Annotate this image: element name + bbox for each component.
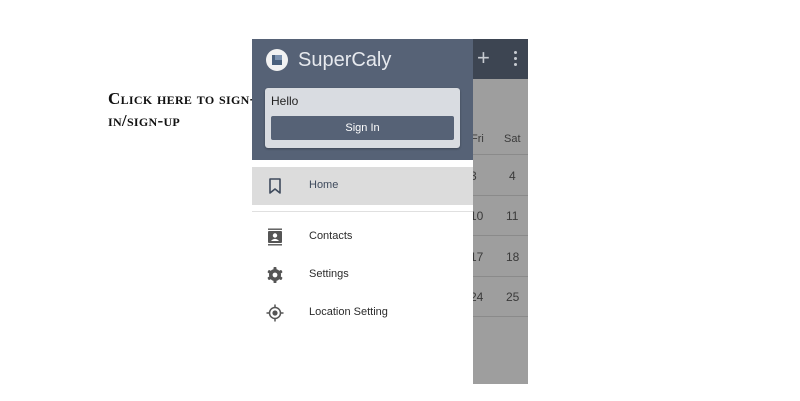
sign-in-button[interactable]: Sign In	[271, 116, 454, 140]
calendar-day[interactable]: 18	[506, 250, 519, 264]
menu-divider	[252, 211, 473, 212]
weekday-header: Sat	[504, 133, 521, 145]
navigation-drawer: SuperCaly Hello Sign In Home Contacts Se…	[252, 39, 473, 384]
calendar-divider	[470, 276, 528, 277]
account-card: Hello Sign In	[265, 88, 460, 148]
menu-item-label: Location Setting	[309, 306, 388, 318]
calendar-divider	[470, 235, 528, 236]
app-logo-icon	[266, 49, 288, 71]
plus-icon[interactable]: +	[477, 45, 490, 71]
greeting-text: Hello	[271, 94, 299, 108]
calendar-day[interactable]: 25	[506, 290, 519, 304]
callout-annotation: Click here to sign-in/sign-up	[108, 89, 256, 130]
phone-screen: + Fri Sat 3 4 10 11 17 18 24 25 SuperCal…	[252, 39, 528, 384]
menu-item-label: Home	[309, 179, 339, 191]
calendar-day[interactable]: 11	[506, 209, 518, 223]
menu-item-home[interactable]: Home	[252, 167, 473, 205]
location-target-icon	[266, 304, 284, 322]
menu-item-label: Settings	[309, 268, 349, 280]
calendar-day[interactable]: 4	[509, 169, 516, 183]
menu-item-location-setting[interactable]: Location Setting	[252, 294, 473, 332]
menu-item-label: Contacts	[309, 230, 353, 242]
calendar-divider	[470, 154, 528, 155]
menu-item-settings[interactable]: Settings	[252, 256, 473, 294]
drawer-header: SuperCaly Hello Sign In	[252, 39, 473, 160]
menu-item-contacts[interactable]: Contacts	[252, 218, 473, 256]
gear-icon	[266, 266, 284, 284]
more-vert-icon[interactable]	[514, 51, 518, 69]
bookmark-icon	[266, 177, 284, 195]
app-name: SuperCaly	[298, 49, 392, 71]
contact-card-icon	[266, 228, 284, 246]
calendar-divider	[470, 195, 528, 196]
calendar-divider	[470, 316, 528, 317]
